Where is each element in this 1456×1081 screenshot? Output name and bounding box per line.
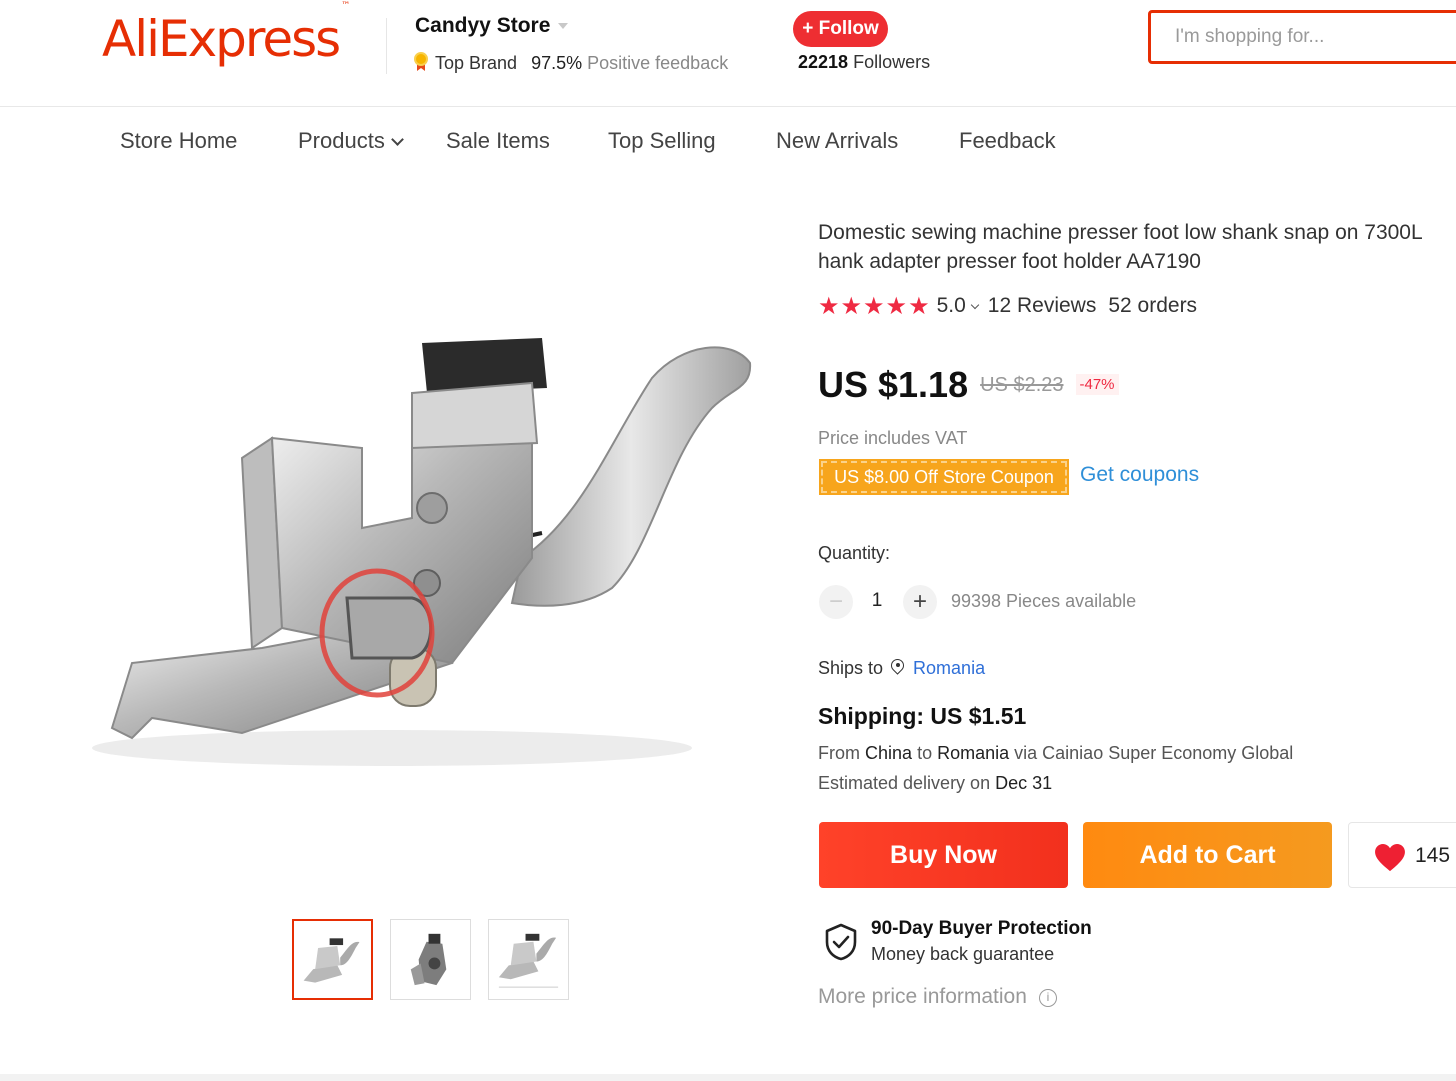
wishlist-count: 145 <box>1415 844 1451 867</box>
nav-products[interactable]: Products <box>298 128 404 154</box>
search-input[interactable] <box>1151 13 1456 61</box>
store-nav: Store Home Products Sale Items Top Selli… <box>0 108 1456 174</box>
product-main-image[interactable] <box>92 318 762 798</box>
product-title: Domestic sewing machine presser foot low… <box>818 221 1423 273</box>
discount-badge: -47% <box>1075 374 1119 395</box>
store-name[interactable]: Candyy Store <box>415 14 569 38</box>
pieces-available: 99398 Pieces available <box>951 591 1137 611</box>
quantity-increase-button[interactable]: + <box>903 585 937 619</box>
chevron-down-icon[interactable] <box>970 300 980 310</box>
positive-feedback-label: Positive feedback <box>587 53 729 73</box>
store-header: AliExpress™ Candyy Store Top Brand 97.5% … <box>0 0 1456 107</box>
get-coupons-link[interactable]: Get coupons <box>1080 463 1199 487</box>
location-pin-icon <box>891 659 905 676</box>
buy-now-button[interactable]: Buy Now <box>819 822 1068 888</box>
original-price: US $2.23 <box>980 374 1064 396</box>
nav-top-selling[interactable]: Top Selling <box>608 128 716 154</box>
wishlist-button[interactable]: 145 <box>1348 822 1456 888</box>
nav-sale-items[interactable]: Sale Items <box>446 128 550 154</box>
store-coupon[interactable]: US $8.00 Off Store Coupon <box>819 459 1069 495</box>
quantity-value[interactable]: 1 <box>862 590 892 612</box>
estimated-delivery: Estimated delivery on Dec 31 <box>818 773 1053 793</box>
vat-note: Price includes VAT <box>818 428 968 448</box>
nav-new-arrivals[interactable]: New Arrivals <box>776 128 898 154</box>
follow-button[interactable]: + Follow <box>793 11 888 47</box>
positive-percent: 97.5% <box>531 53 583 73</box>
quantity-decrease-button[interactable]: − <box>819 585 853 619</box>
shipping-details: From China to Romania via Cainiao Super … <box>818 738 1293 798</box>
nav-store-home[interactable]: Store Home <box>120 128 237 154</box>
chevron-down-icon <box>390 133 404 146</box>
thumbnail-3[interactable] <box>488 919 569 1000</box>
thumbnail-1[interactable] <box>292 919 373 1000</box>
star-icon: ★★★★★ <box>818 293 931 320</box>
store-rating: Top Brand 97.5% Positive feedback <box>413 52 728 74</box>
medal-icon <box>413 52 429 72</box>
search-box[interactable] <box>1148 10 1456 64</box>
buyer-protection-title: 90-Day Buyer Protection <box>871 918 1092 939</box>
quantity-label: Quantity: <box>818 543 891 563</box>
nav-feedback[interactable]: Feedback <box>959 128 1056 154</box>
bottom-divider <box>0 1074 1456 1081</box>
ships-to-label: Ships to <box>818 658 884 678</box>
ships-to-row: Ships to Romania <box>818 658 985 679</box>
top-brand-label: Top Brand <box>435 53 518 73</box>
trademark-mark: ™ <box>341 1 350 12</box>
shield-check-icon <box>825 923 857 961</box>
thumbnail-2[interactable] <box>390 919 471 1000</box>
ships-to-country[interactable]: Romania <box>913 658 985 678</box>
current-price: US $1.18 <box>818 364 969 405</box>
add-to-cart-button[interactable]: Add to Cart <box>1083 822 1332 888</box>
reviews-link[interactable]: 12 Reviews <box>988 294 1097 317</box>
buyer-protection-subtitle: Money back guarantee <box>871 944 1055 964</box>
orders-count: 52 orders <box>1108 294 1198 317</box>
followers-count: 22218 Followers <box>798 52 931 72</box>
price-row: US $1.18 US $2.23 -47% <box>818 364 1119 406</box>
shipping-cost: Shipping: US $1.51 <box>818 703 1027 729</box>
rating-score[interactable]: 5.0 <box>937 294 966 317</box>
header-divider <box>386 18 387 74</box>
rating-row: ★★★★★ 5.0 12 Reviews 52 orders <box>818 292 1197 321</box>
chevron-down-icon[interactable] <box>558 23 569 30</box>
shipping-route: From China to Romania via Cainiao Super … <box>818 743 1294 763</box>
more-price-info-link[interactable]: More price information i <box>818 985 1057 1009</box>
heart-icon <box>1375 844 1405 872</box>
aliexpress-logo[interactable]: AliExpress™ <box>102 1 350 68</box>
info-icon[interactable]: i <box>1038 989 1057 1007</box>
